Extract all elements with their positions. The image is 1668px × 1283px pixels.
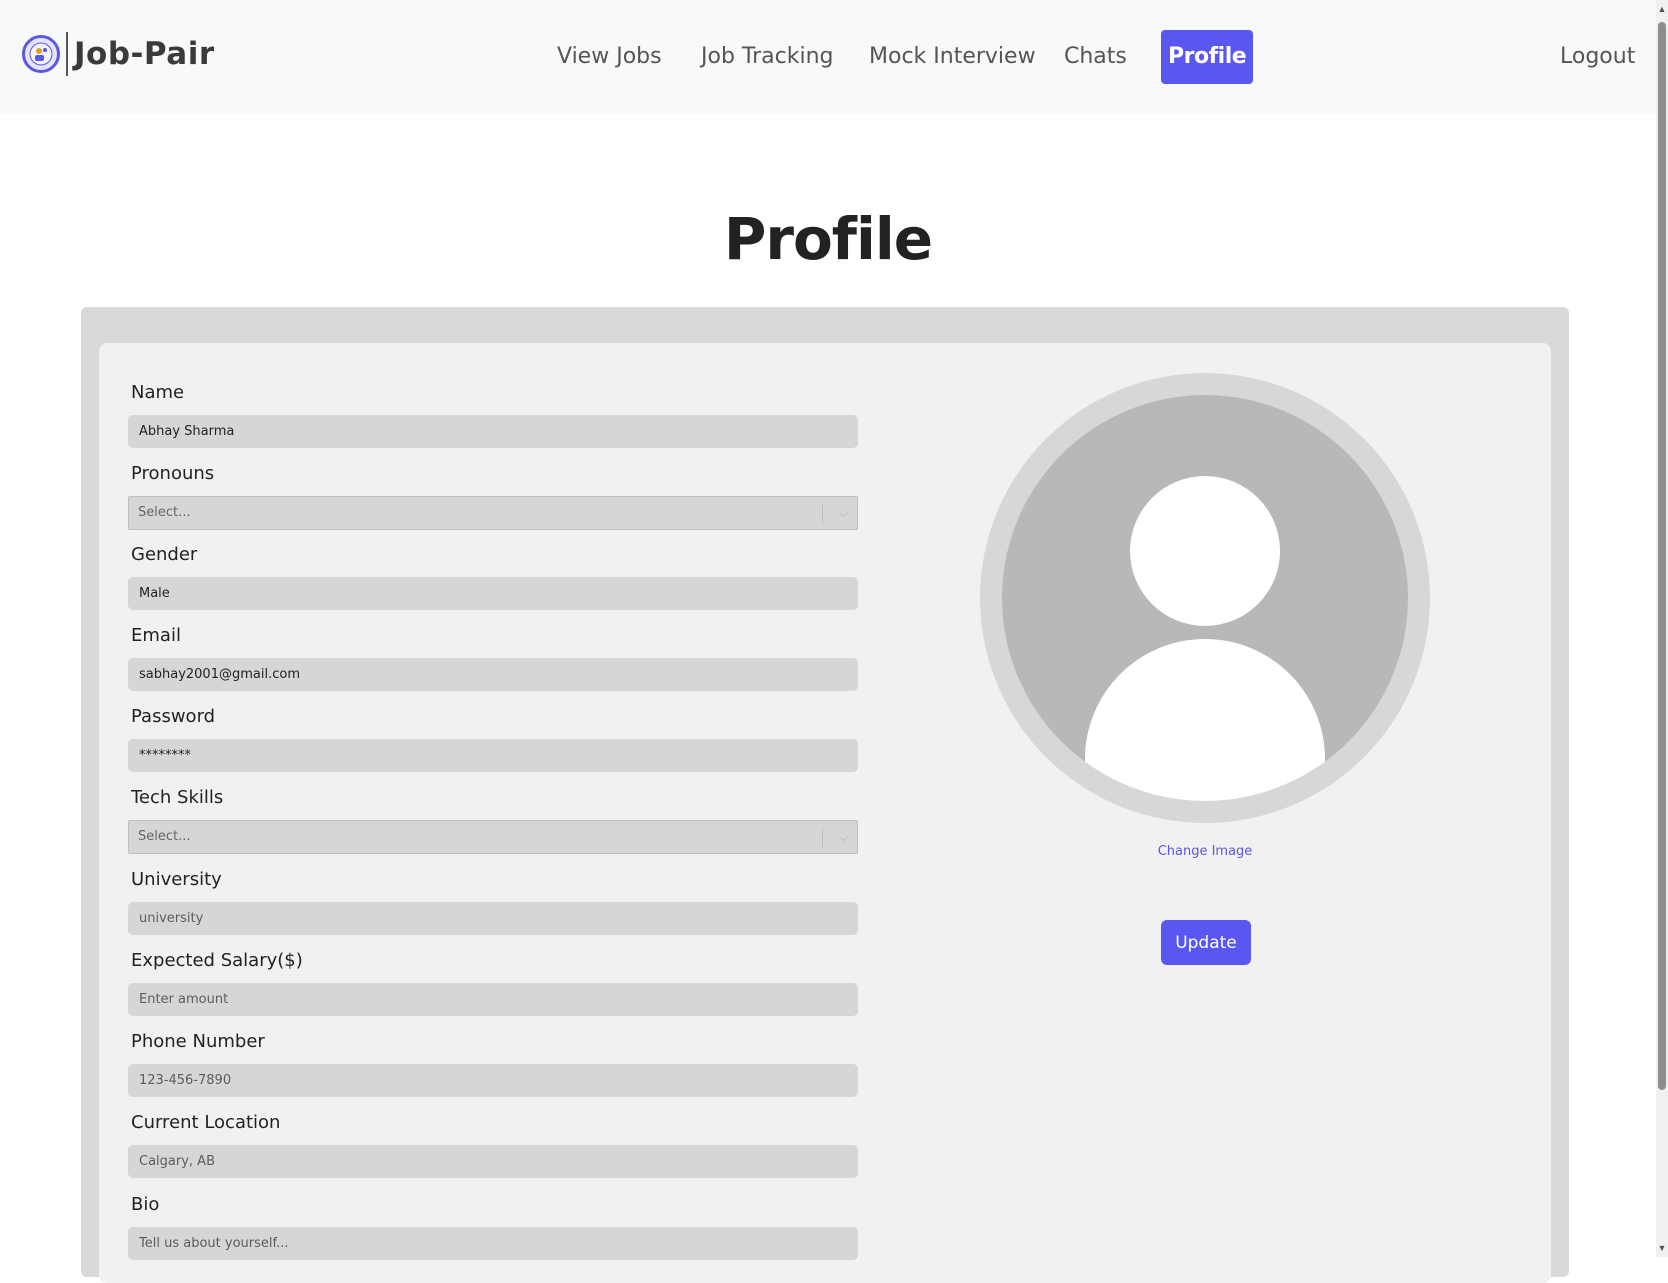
nav-profile[interactable]: Profile [1161, 30, 1254, 84]
email-group: Email [128, 624, 858, 691]
nav-view-jobs[interactable]: View Jobs [557, 30, 662, 84]
university-label: University [131, 869, 222, 890]
pronouns-group: Pronouns Select... ⌵ [128, 462, 858, 530]
password-group: Password [128, 705, 858, 772]
university-group: University [128, 868, 858, 935]
avatar-placeholder-icon [1002, 395, 1408, 801]
brand[interactable]: Job-Pair [22, 30, 215, 78]
name-label: Name [131, 382, 185, 403]
logout-link[interactable]: Logout [1560, 30, 1635, 84]
location-label: Current Location [131, 1112, 281, 1133]
expected-salary-group: Expected Salary($) [128, 949, 858, 1016]
vertical-scrollbar[interactable]: ▲ ▼ [1656, 0, 1668, 1257]
nav-chats[interactable]: Chats [1064, 30, 1127, 84]
phone-input[interactable] [128, 1064, 858, 1097]
select-separator [822, 505, 823, 523]
pronouns-placeholder: Select... [138, 505, 191, 520]
university-input[interactable] [128, 902, 858, 935]
scroll-up-arrow-icon[interactable]: ▲ [1656, 2, 1668, 16]
location-group: Current Location [128, 1111, 858, 1178]
chevron-down-icon[interactable]: ⌵ [839, 821, 848, 853]
pronouns-label: Pronouns [131, 463, 215, 484]
expected-salary-input[interactable] [128, 983, 858, 1016]
tech-skills-select[interactable]: Select... ⌵ [128, 820, 858, 854]
bio-label: Bio [131, 1194, 160, 1215]
email-input[interactable] [128, 658, 858, 691]
bio-input[interactable] [128, 1227, 858, 1260]
select-separator [822, 829, 823, 847]
tech-skills-group: Tech Skills Select... ⌵ [128, 786, 858, 854]
change-image-link[interactable]: Change Image [1085, 844, 1325, 859]
scrollbar-thumb[interactable] [1658, 22, 1666, 1090]
gender-label: Gender [131, 544, 198, 565]
gender-input[interactable] [128, 577, 858, 610]
password-label: Password [131, 706, 216, 727]
update-button[interactable]: Update [1161, 920, 1251, 965]
phone-group: Phone Number [128, 1030, 858, 1097]
gender-group: Gender [128, 543, 858, 610]
top-navbar: Job-Pair View Jobs Job Tracking Mock Int… [0, 0, 1656, 113]
avatar[interactable] [980, 373, 1430, 823]
name-input[interactable] [128, 415, 858, 448]
page-title: Profile [723, 205, 933, 273]
tech-skills-label: Tech Skills [131, 787, 224, 808]
brand-divider [66, 32, 68, 76]
tech-skills-placeholder: Select... [138, 829, 191, 844]
scroll-down-arrow-icon[interactable]: ▼ [1656, 1241, 1668, 1255]
nav-mock-interview[interactable]: Mock Interview [869, 30, 1036, 84]
nav-job-tracking[interactable]: Job Tracking [701, 30, 834, 84]
name-group: Name [128, 381, 858, 448]
brand-name: Job-Pair [74, 36, 215, 72]
email-label: Email [131, 625, 181, 646]
location-input[interactable] [128, 1145, 858, 1178]
expected-salary-label: Expected Salary($) [131, 950, 303, 971]
brand-logo-icon [22, 35, 60, 73]
avatar-body [1085, 639, 1325, 801]
avatar-head [1130, 476, 1280, 626]
bio-group: Bio [128, 1193, 858, 1260]
phone-label: Phone Number [131, 1031, 265, 1052]
password-input[interactable] [128, 739, 858, 772]
chevron-down-icon[interactable]: ⌵ [839, 497, 848, 529]
pronouns-select[interactable]: Select... ⌵ [128, 496, 858, 530]
